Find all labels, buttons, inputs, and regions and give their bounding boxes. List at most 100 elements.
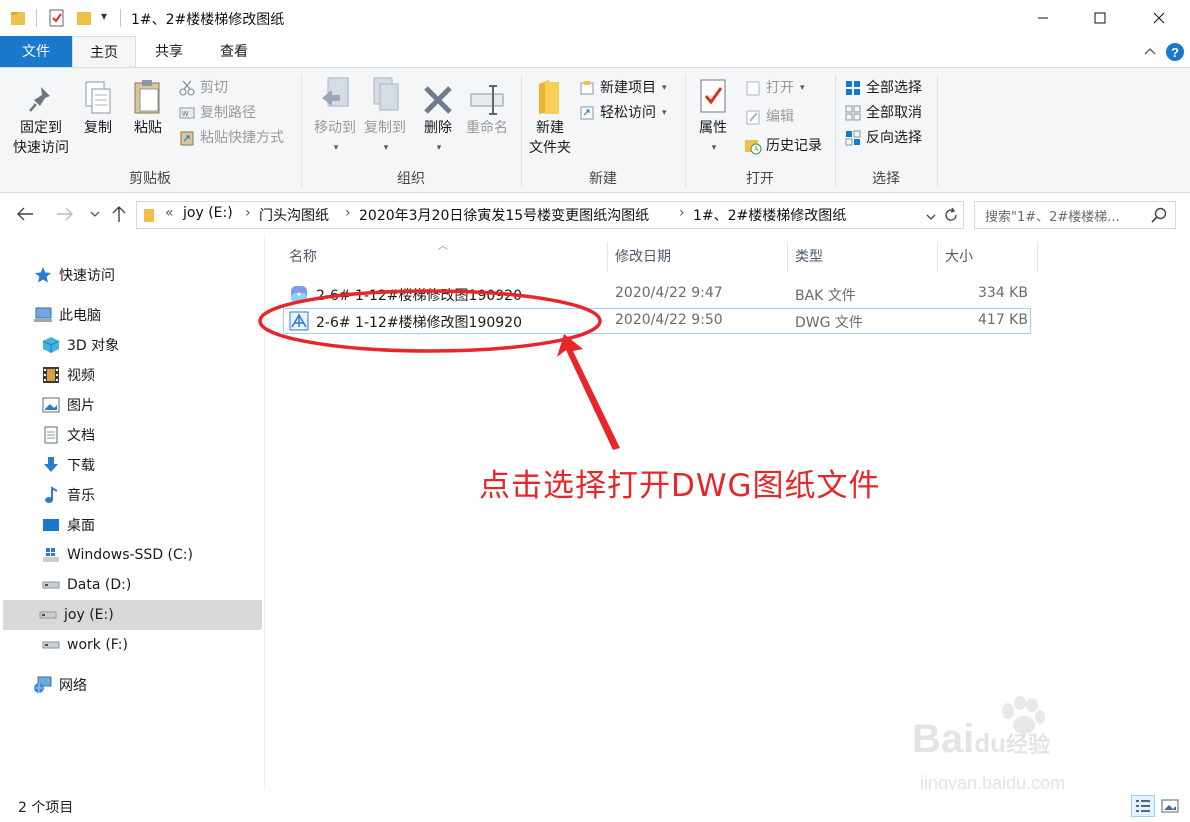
copy-button[interactable]: 复制 bbox=[76, 74, 120, 138]
copy-path-button[interactable]: W 复制路径 bbox=[178, 101, 256, 125]
recent-locations-dropdown[interactable] bbox=[84, 203, 106, 225]
new-folder-icon bbox=[530, 74, 570, 116]
tab-share[interactable]: 共享 bbox=[138, 36, 200, 68]
back-button[interactable] bbox=[14, 203, 36, 225]
select-all-label: 全部选择 bbox=[866, 80, 922, 96]
nav-item-music[interactable]: 音乐 bbox=[3, 480, 262, 510]
open-group-label: 打开 bbox=[746, 171, 774, 187]
nav-item-desktop[interactable]: 桌面 bbox=[3, 510, 262, 540]
delete-x-icon bbox=[418, 74, 458, 116]
breadcrumb-folder-1[interactable]: 门头沟图纸 bbox=[259, 205, 329, 225]
nav-label: 3D 对象 bbox=[67, 338, 120, 354]
nav-item-documents[interactable]: 文档 bbox=[3, 420, 262, 450]
details-view-icon bbox=[1136, 800, 1150, 812]
search-input[interactable]: 搜索"1#、2#楼楼梯... bbox=[974, 201, 1176, 229]
nav-item-drive-e[interactable]: joy (E:) bbox=[3, 600, 262, 630]
nav-item-this-pc[interactable]: 此电脑 bbox=[3, 300, 262, 330]
nav-item-pictures[interactable]: 图片 bbox=[3, 390, 262, 420]
rename-button[interactable]: 重命名 bbox=[462, 74, 512, 138]
easy-access-label: 轻松访问 bbox=[600, 105, 656, 121]
nav-item-drive-c[interactable]: Windows-SSD (C:) bbox=[3, 540, 262, 570]
paste-shortcut-icon bbox=[178, 129, 196, 147]
file-size: 417 KB bbox=[978, 312, 1028, 328]
music-icon bbox=[41, 485, 61, 505]
desktop-icon bbox=[41, 515, 61, 535]
details-view-button[interactable] bbox=[1131, 795, 1155, 817]
select-all-button[interactable]: 全部选择 bbox=[844, 76, 922, 100]
invert-selection-button[interactable]: 反向选择 bbox=[844, 126, 922, 150]
edit-button[interactable]: 编辑 bbox=[744, 105, 794, 129]
annotation-text: 点击选择打开DWG图纸文件 bbox=[479, 468, 881, 504]
easy-access-icon bbox=[578, 104, 596, 122]
breadcrumb-folder-2[interactable]: 2020年3月20日徐寅发15号楼变更图纸沟图纸 bbox=[359, 205, 649, 225]
large-icons-view-button[interactable] bbox=[1158, 795, 1182, 817]
breadcrumb-overflow[interactable]: « bbox=[165, 205, 174, 221]
help-icon[interactable]: ? bbox=[1165, 42, 1185, 66]
properties-quick-access-icon[interactable] bbox=[48, 9, 66, 27]
history-button[interactable]: 历史记录 bbox=[744, 134, 822, 158]
forward-button[interactable] bbox=[54, 203, 76, 225]
close-button[interactable] bbox=[1136, 0, 1182, 36]
tab-file[interactable]: 文件 bbox=[0, 36, 72, 68]
cut-button[interactable]: 剪切 bbox=[178, 76, 228, 100]
address-row: « joy (E:) › 门头沟图纸 › 2020年3月20日徐寅发15号楼变更… bbox=[0, 193, 1190, 235]
select-none-button[interactable]: 全部取消 bbox=[844, 101, 922, 125]
collapse-ribbon-icon[interactable] bbox=[1143, 44, 1157, 62]
move-to-icon bbox=[315, 74, 355, 116]
drive-icon bbox=[38, 605, 58, 625]
nav-label: 文档 bbox=[67, 428, 95, 444]
delete-label: 删除 bbox=[424, 120, 452, 136]
delete-button[interactable]: 删除 ▾ bbox=[418, 74, 458, 158]
nav-item-drive-f[interactable]: work (F:) bbox=[3, 630, 262, 660]
column-header-type[interactable]: 类型 bbox=[795, 242, 823, 272]
new-item-button[interactable]: 新建项目 ▾ bbox=[578, 76, 667, 100]
nav-item-network[interactable]: 网络 bbox=[3, 670, 262, 700]
file-row[interactable]: ✦ 2-6# 1-12#楼梯修改图190920 2020/4/22 9:47 B… bbox=[283, 281, 1031, 307]
tab-home[interactable]: 主页 bbox=[72, 36, 136, 68]
address-history-dropdown-icon[interactable] bbox=[925, 210, 937, 226]
copy-to-label: 复制到 bbox=[364, 120, 406, 136]
tab-view[interactable]: 查看 bbox=[202, 36, 266, 68]
clipboard-group: 固定到 快速访问 复制 粘贴 剪切 W 复制路径 粘贴快捷方式 剪贴板 bbox=[0, 68, 300, 192]
nav-item-drive-d[interactable]: Data (D:) bbox=[3, 570, 262, 600]
minimize-button[interactable] bbox=[1020, 0, 1066, 36]
new-folder-button[interactable]: 新建 文件夹 bbox=[524, 74, 576, 158]
quick-access-dropdown[interactable]: ▾ bbox=[101, 9, 107, 27]
nav-item-quick-access[interactable]: 快速访问 bbox=[3, 260, 262, 290]
baidu-watermark: Baidu经验 jingyan.baidu.com bbox=[912, 695, 1072, 805]
up-button[interactable] bbox=[108, 203, 130, 225]
new-folder-label-line2: 文件夹 bbox=[529, 140, 571, 156]
maximize-button[interactable] bbox=[1077, 0, 1123, 36]
copy-to-icon bbox=[365, 74, 405, 116]
column-header-name[interactable]: 名称 bbox=[289, 242, 317, 272]
open-icon bbox=[744, 79, 762, 97]
document-icon bbox=[41, 425, 61, 445]
breadcrumb-current[interactable]: 1#、2#楼楼梯修改图纸 bbox=[693, 205, 846, 225]
easy-access-button[interactable]: 轻松访问 ▾ bbox=[578, 101, 667, 125]
nav-label: 快速访问 bbox=[59, 268, 115, 284]
refresh-icon[interactable] bbox=[943, 207, 959, 227]
network-icon bbox=[33, 675, 53, 695]
properties-label: 属性 bbox=[699, 120, 727, 136]
pin-to-quick-access-button[interactable]: 固定到 快速访问 bbox=[6, 74, 76, 158]
svg-text:✦: ✦ bbox=[296, 290, 303, 299]
search-icon[interactable] bbox=[1151, 207, 1167, 227]
nav-label: Data (D:) bbox=[67, 577, 132, 593]
svg-text:W: W bbox=[182, 111, 189, 118]
address-bar[interactable]: « joy (E:) › 门头沟图纸 › 2020年3月20日徐寅发15号楼变更… bbox=[136, 201, 964, 229]
file-name: 2-6# 1-12#楼梯修改图190920 bbox=[316, 288, 522, 304]
breadcrumb-drive[interactable]: joy (E:) bbox=[183, 205, 233, 221]
select-none-label: 全部取消 bbox=[866, 105, 922, 121]
new-folder-quick-access-icon[interactable] bbox=[76, 9, 92, 27]
properties-button[interactable]: 属性 ▾ bbox=[692, 74, 734, 158]
column-header-modified[interactable]: 修改日期 bbox=[615, 242, 671, 272]
column-header-size[interactable]: 大小 bbox=[945, 242, 973, 272]
nav-item-3d-objects[interactable]: 3D 对象 bbox=[3, 330, 262, 360]
nav-item-downloads[interactable]: 下载 bbox=[3, 450, 262, 480]
open-button[interactable]: 打开 ▾ bbox=[744, 76, 805, 100]
paste-shortcut-button[interactable]: 粘贴快捷方式 bbox=[178, 126, 284, 150]
paste-button[interactable]: 粘贴 bbox=[126, 74, 170, 138]
file-row-selected[interactable]: 2-6# 1-12#楼梯修改图190920 2020/4/22 9:50 DWG… bbox=[283, 308, 1031, 334]
nav-item-videos[interactable]: 视频 bbox=[3, 360, 262, 390]
copy-to-button[interactable]: 复制到 ▾ bbox=[356, 74, 414, 158]
